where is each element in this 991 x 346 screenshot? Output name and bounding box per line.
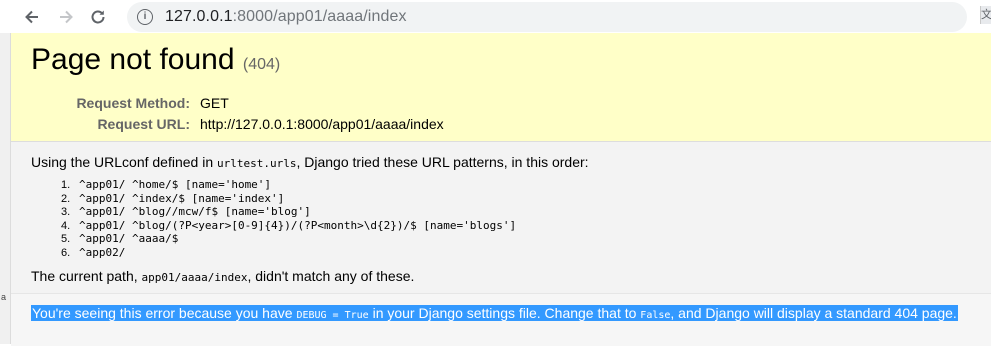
page-title: Page not found (404) bbox=[31, 43, 281, 76]
explanation-section: You're seeing this error because you hav… bbox=[11, 294, 991, 346]
edge-char: a bbox=[1, 292, 7, 302]
browser-toolbar: i 127.0.0.1:8000/app01/aaaa/index 文 bbox=[0, 0, 991, 33]
request-method-row: Request Method: GET bbox=[31, 92, 450, 113]
urlconf-intro: Using the URLconf defined in urltest.url… bbox=[31, 154, 589, 170]
url-pattern-item: 4. ^app01/ ^blog/(?P<year>[0-9]{4})/(?P<m… bbox=[61, 218, 517, 232]
info-section: Using the URLconf defined in urltest.url… bbox=[11, 142, 991, 294]
request-url-value: http://127.0.0.1:8000/app01/aaaa/index bbox=[200, 115, 444, 132]
current-path: app01/aaaa/index bbox=[141, 271, 248, 284]
info-icon[interactable]: i bbox=[137, 8, 153, 25]
address-bar[interactable]: i 127.0.0.1:8000/app01/aaaa/index bbox=[127, 1, 967, 32]
back-arrow-icon[interactable] bbox=[17, 2, 47, 32]
debug-setting: DEBUG = True bbox=[296, 310, 369, 321]
urlconf-name: urltest.urls bbox=[217, 157, 297, 170]
django-error-page: Page not found (404) Request Method: GET… bbox=[11, 33, 991, 346]
url-text[interactable]: 127.0.0.1:8000/app01/aaaa/index bbox=[165, 8, 407, 26]
url-pattern-item: 1. ^app01/ ^home/$ [name='home'] bbox=[61, 178, 272, 191]
request-method-value: GET bbox=[200, 94, 229, 111]
current-path-message: The current path, app01/aaaa/index, didn… bbox=[31, 268, 415, 284]
forward-arrow-icon[interactable] bbox=[51, 2, 81, 32]
request-url-label: Request URL: bbox=[97, 115, 190, 132]
request-method-label: Request Method: bbox=[76, 94, 190, 111]
url-pattern-list: 1. ^app01/ ^home/$ [name='home'] 2. ^app01… bbox=[61, 178, 516, 259]
url-pattern-item: 2. ^app01/ ^index/$ [name='index'] bbox=[61, 191, 285, 205]
debug-explanation: You're seeing this error because you hav… bbox=[31, 305, 958, 321]
request-meta-table: Request Method: GET Request URL: http://… bbox=[31, 92, 450, 134]
false-value: False bbox=[640, 310, 671, 321]
translate-icon[interactable]: 文 bbox=[980, 6, 991, 24]
reload-icon[interactable] bbox=[83, 2, 113, 32]
status-code: (404) bbox=[242, 56, 281, 73]
url-pattern-item: 3. ^app01/ ^blog//mcw/f$ [name='blog'] bbox=[61, 205, 311, 218]
url-pattern-item: 6. ^app02/ bbox=[61, 245, 126, 259]
url-pattern-item: 5. ^app01/ ^aaaa/$ bbox=[61, 232, 179, 245]
summary-section: Page not found (404) Request Method: GET… bbox=[11, 33, 991, 142]
request-url-row: Request URL: http://127.0.0.1:8000/app01… bbox=[31, 113, 450, 134]
